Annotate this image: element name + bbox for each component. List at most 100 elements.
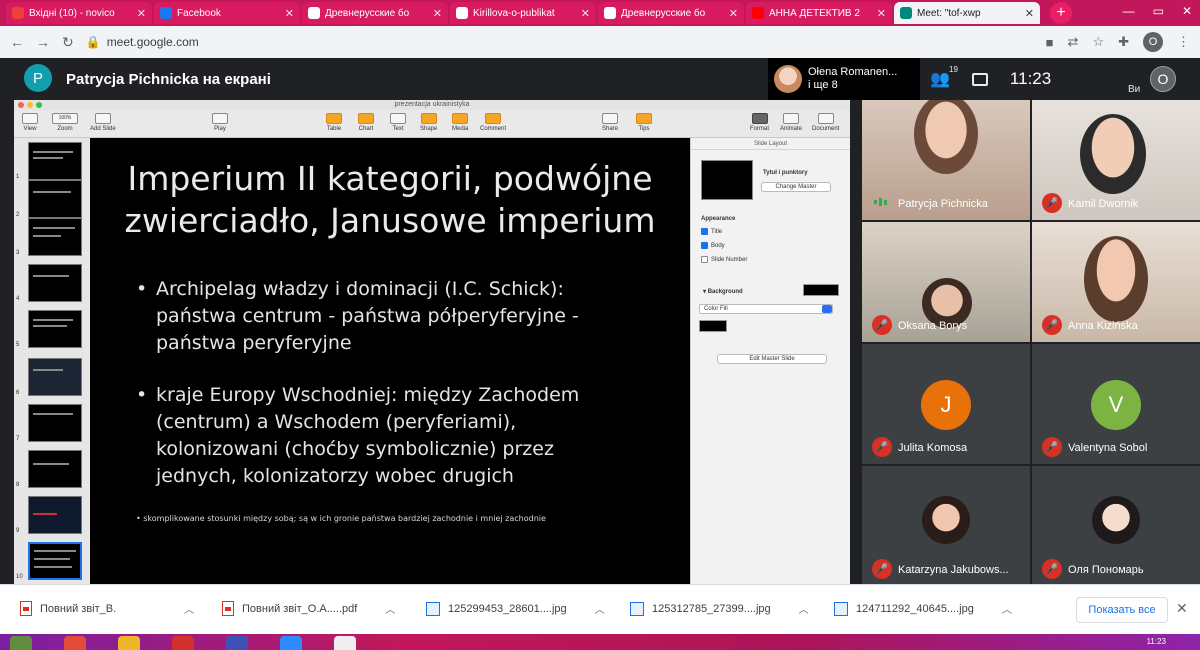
- close-downloads-icon[interactable]: ✕: [1176, 600, 1188, 617]
- download-item[interactable]: Повний звіт_В. ︿: [20, 601, 194, 616]
- minimize-icon[interactable]: —: [1123, 4, 1135, 18]
- people-icon[interactable]: 👥 19: [930, 65, 958, 89]
- toolbar-chart[interactable]: Chart: [358, 113, 374, 132]
- chevron-up-icon[interactable]: ︿: [1002, 601, 1012, 616]
- close-icon[interactable]: ✕: [433, 7, 442, 20]
- participant-tile[interactable]: 🎤 Oksana Borys: [862, 222, 1030, 342]
- start-icon[interactable]: [10, 636, 32, 650]
- url-field[interactable]: 🔒 meet.google.com: [85, 30, 1034, 54]
- new-tab-button[interactable]: +: [1050, 2, 1072, 24]
- reload-icon[interactable]: ↻: [62, 34, 74, 51]
- slide-thumbnail[interactable]: [28, 218, 82, 256]
- forward-icon[interactable]: →: [36, 34, 50, 50]
- close-icon[interactable]: ✕: [581, 7, 590, 20]
- slide-thumbnail[interactable]: [28, 358, 82, 396]
- toolbar-shape[interactable]: Shape: [420, 113, 437, 132]
- participant-tile[interactable]: V 🎤 Valentyna Sobol: [1032, 344, 1200, 464]
- change-master-button[interactable]: Change Master: [761, 182, 831, 192]
- chat-icon[interactable]: [971, 72, 988, 86]
- slide-number-checkbox[interactable]: Slide Number: [701, 256, 747, 263]
- slide-canvas[interactable]: Imperium II kategorii, podwójne zwiercia…: [90, 138, 690, 584]
- chrome-taskbar-icon[interactable]: [64, 636, 86, 650]
- participants-preview[interactable]: Ołena Romanen... і ще 8: [768, 58, 920, 100]
- toolbar-document[interactable]: Document: [812, 113, 839, 132]
- slide-thumbnail[interactable]: [28, 310, 82, 348]
- app-taskbar-icon[interactable]: [226, 636, 248, 650]
- folder-taskbar-icon[interactable]: [118, 636, 140, 650]
- toolbar-comment[interactable]: Comment: [480, 113, 506, 132]
- tab-kirillova[interactable]: Kirillova-o-publikat ✕: [450, 2, 596, 24]
- participant-tile[interactable]: 🎤 Anna Kizińska: [1032, 222, 1200, 342]
- download-item[interactable]: 125312785_27399....jpg ︿: [630, 601, 809, 616]
- toolbar-tips[interactable]: Tips: [636, 113, 652, 132]
- download-item[interactable]: 124711292_40645....jpg ︿: [834, 601, 1012, 616]
- close-icon[interactable]: ✕: [1025, 7, 1034, 20]
- toolbar-media[interactable]: Media: [452, 113, 468, 132]
- extensions-icon[interactable]: ✚: [1118, 34, 1129, 50]
- close-dot-icon[interactable]: [18, 102, 24, 108]
- slide-thumbnail-selected[interactable]: [28, 542, 82, 580]
- toolbar-table[interactable]: Table: [326, 113, 342, 132]
- body-checkbox[interactable]: Body: [701, 242, 725, 249]
- tab-document-1[interactable]: Древнерусские бо ✕: [302, 2, 448, 24]
- slide-thumbnail[interactable]: [28, 450, 82, 488]
- toolbar-share[interactable]: Share: [602, 113, 618, 132]
- minimize-dot-icon[interactable]: [27, 102, 33, 108]
- star-icon[interactable]: ☆: [1092, 34, 1104, 50]
- master-thumbnail[interactable]: [701, 160, 753, 200]
- translate-icon[interactable]: ⇄: [1068, 34, 1079, 50]
- toolbar-play[interactable]: Play: [212, 113, 228, 132]
- title-checkbox[interactable]: Title: [701, 228, 722, 235]
- self-avatar[interactable]: O: [1150, 66, 1176, 92]
- menu-icon[interactable]: ⋮: [1177, 34, 1190, 50]
- show-all-downloads-button[interactable]: Показать все: [1076, 597, 1168, 623]
- close-icon[interactable]: ✕: [729, 7, 738, 20]
- tab-facebook[interactable]: Facebook ✕: [154, 2, 300, 24]
- edit-master-button[interactable]: Edit Master Slide: [717, 354, 827, 364]
- tab-meet[interactable]: Meet: "tof-xwp ✕: [894, 2, 1040, 24]
- camera-icon[interactable]: ■: [1046, 35, 1054, 50]
- fill-select[interactable]: Color Fill: [699, 304, 833, 314]
- background-swatch[interactable]: [803, 284, 839, 296]
- toolbar-format[interactable]: Format: [750, 113, 769, 132]
- color-well[interactable]: [699, 320, 727, 332]
- toolbar-text[interactable]: Text: [390, 113, 406, 132]
- download-item[interactable]: 125299453_28601....jpg ︿: [426, 601, 605, 616]
- close-icon[interactable]: ✕: [137, 7, 146, 20]
- slide-thumbnail[interactable]: [28, 180, 82, 218]
- close-icon[interactable]: ✕: [877, 7, 886, 20]
- slide-thumbnail[interactable]: [28, 496, 82, 534]
- tab-document-2[interactable]: Древнерусские бо ✕: [598, 2, 744, 24]
- participant-tile[interactable]: 🎤 Оля Пономарь: [1032, 466, 1200, 586]
- document-taskbar-icon[interactable]: [334, 636, 356, 650]
- slide-thumbnail[interactable]: [28, 404, 82, 442]
- profile-avatar[interactable]: O: [1143, 32, 1163, 52]
- app-taskbar-icon[interactable]: [172, 636, 194, 650]
- participant-tile[interactable]: Patrycja Pichnicka: [862, 100, 1030, 220]
- toolbar-view[interactable]: View: [22, 113, 38, 132]
- close-icon[interactable]: ✕: [285, 7, 294, 20]
- back-icon[interactable]: ←: [10, 34, 24, 50]
- chevron-up-icon[interactable]: ︿: [184, 601, 194, 616]
- toolbar-zoom[interactable]: 100% Zoom: [52, 113, 78, 132]
- chevron-up-icon[interactable]: ︿: [595, 601, 605, 616]
- keynote-window-title: prezentacja ukrainistyka: [394, 101, 470, 108]
- chevron-up-icon[interactable]: ︿: [385, 601, 395, 616]
- maximize-icon[interactable]: ▭: [1153, 4, 1164, 18]
- traffic-lights: [18, 102, 42, 108]
- tab-gmail[interactable]: Вхідні (10) - novico ✕: [6, 2, 152, 24]
- download-item[interactable]: Повний звіт_О.А.....pdf ︿: [222, 601, 395, 616]
- participant-tile[interactable]: 🎤 Katarzyna Jakubows...: [862, 466, 1030, 586]
- slide-thumbnail[interactable]: [28, 264, 82, 302]
- zoom-taskbar-icon[interactable]: [280, 636, 302, 650]
- toolbar-add-slide[interactable]: Add Slide: [90, 113, 116, 132]
- tab-youtube[interactable]: АННА ДЕТЕКТИВ 2 ✕: [746, 2, 892, 24]
- participant-tile[interactable]: J 🎤 Julita Komosa: [862, 344, 1030, 464]
- toolbar-animate[interactable]: Animate: [780, 113, 802, 132]
- slide-thumbnail[interactable]: [28, 142, 82, 180]
- close-window-icon[interactable]: ✕: [1182, 4, 1192, 18]
- chevron-up-icon[interactable]: ︿: [799, 601, 809, 616]
- tab-label: Kirillova-o-publikat: [473, 7, 555, 19]
- zoom-dot-icon[interactable]: [36, 102, 42, 108]
- participant-tile[interactable]: 🎤 Kamil Dwornik: [1032, 100, 1200, 220]
